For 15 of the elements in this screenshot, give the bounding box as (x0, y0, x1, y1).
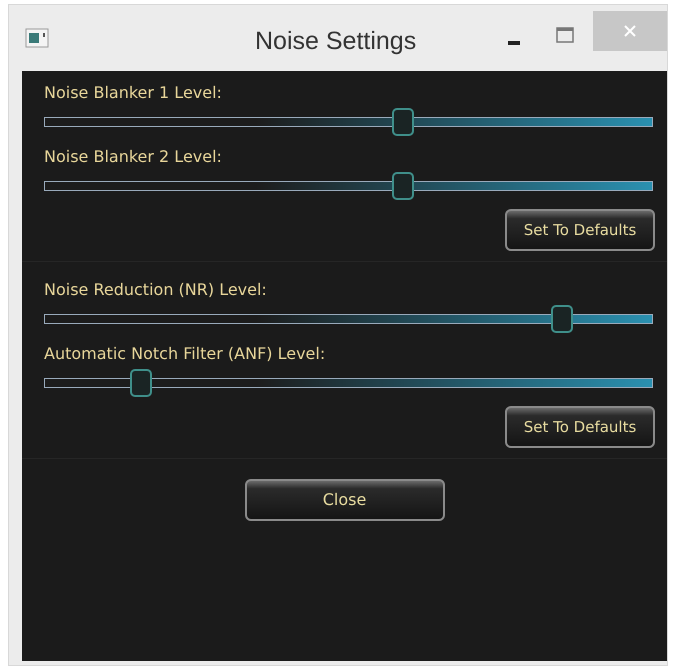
slider-label: Automatic Notch Filter (ANF) Level: (44, 343, 326, 365)
maximize-icon[interactable] (556, 27, 574, 43)
slider-label: Noise Reduction (NR) Level: (44, 279, 268, 301)
close-button[interactable]: Close (244, 479, 444, 521)
slider-thumb[interactable] (550, 305, 573, 333)
slider-thumb[interactable] (392, 108, 414, 136)
window-title: Noise Settings (255, 26, 416, 57)
app-icon (25, 28, 49, 48)
slider-thumb[interactable] (392, 172, 414, 200)
slider-label: Noise Blanker 2 Level: (44, 146, 223, 168)
set-to-defaults-button[interactable]: Set To Defaults (505, 209, 655, 251)
close-icon (623, 24, 637, 38)
slider-label: Noise Blanker 1 Level: (44, 82, 223, 104)
set-to-defaults-button[interactable]: Set To Defaults (505, 406, 655, 448)
slider-thumb[interactable] (130, 369, 152, 397)
